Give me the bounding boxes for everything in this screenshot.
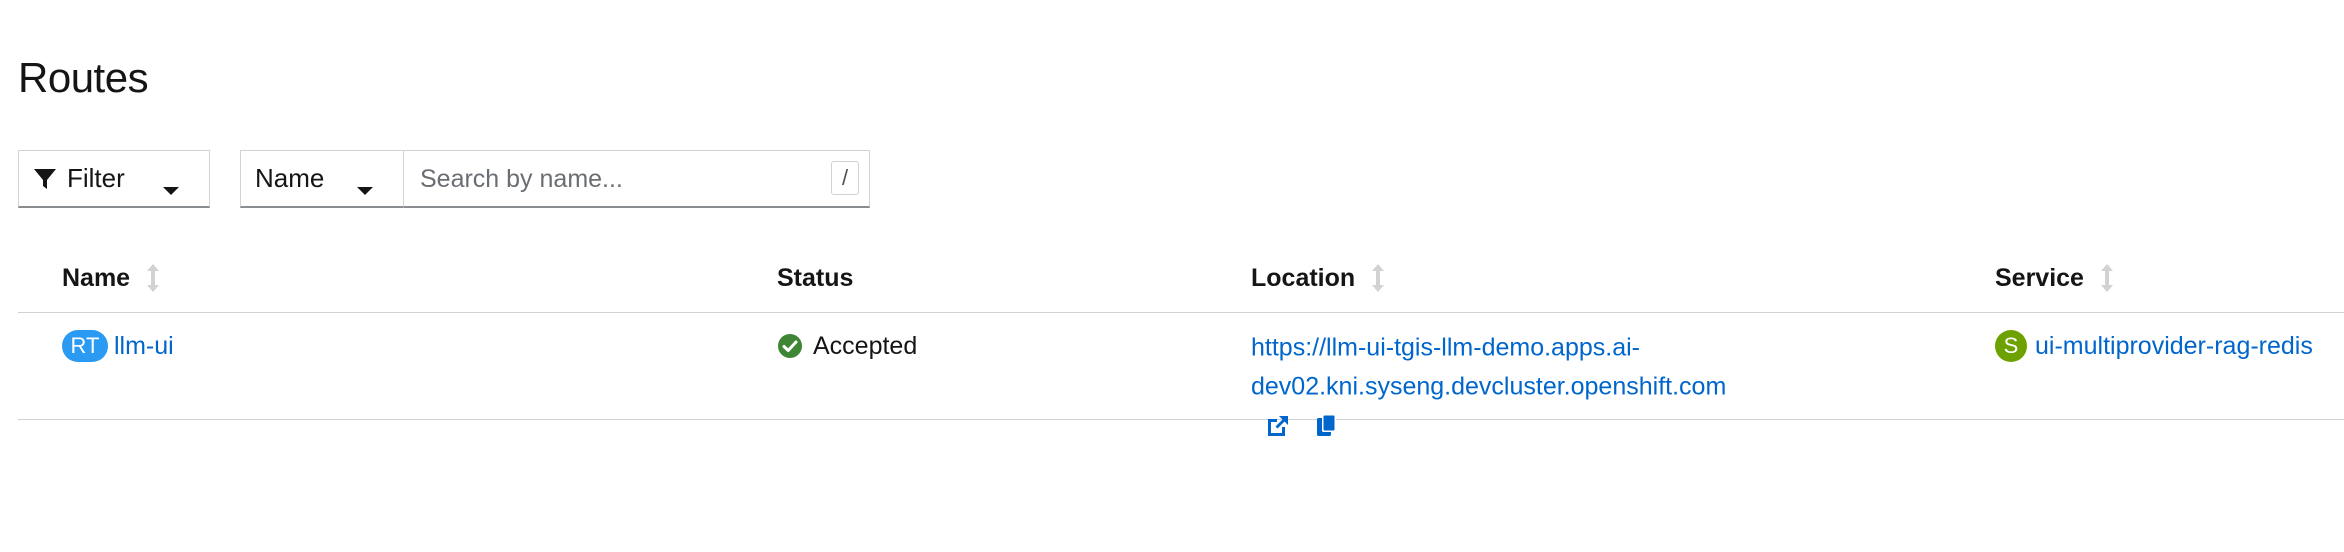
- column-header-name[interactable]: Name: [62, 262, 160, 294]
- route-name-link[interactable]: llm-ui: [114, 332, 174, 360]
- route-badge: RT: [62, 330, 108, 362]
- location-line-2: dev02.kni.syseng.devcluster.openshift.co…: [1251, 372, 1727, 401]
- search-box: /: [403, 150, 870, 208]
- sort-icon[interactable]: [2100, 263, 2114, 293]
- status-text: Accepted: [813, 332, 918, 360]
- name-cell: RT llm-ui: [62, 327, 174, 365]
- service-badge: S: [1995, 330, 2027, 362]
- copy-icon[interactable]: [1315, 413, 1339, 439]
- filter-type-select[interactable]: Name: [240, 150, 404, 208]
- column-header-service[interactable]: Service: [1995, 262, 2114, 294]
- location-line-1: https://llm-ui-tgis-llm-demo.apps.ai-: [1251, 333, 1640, 362]
- search-input[interactable]: [418, 159, 822, 199]
- caret-down-icon: [163, 173, 179, 204]
- filter-dropdown-button[interactable]: Filter: [18, 150, 210, 208]
- sort-icon[interactable]: [1371, 263, 1385, 293]
- external-link-icon[interactable]: [1265, 413, 1291, 439]
- service-cell: Sui-multiprovider-rag-redis: [1995, 327, 2313, 365]
- routes-table: Name Status Location Service RT llm-ui A…: [18, 250, 2344, 437]
- sort-icon[interactable]: [146, 263, 160, 293]
- column-header-location[interactable]: Location: [1251, 262, 1385, 294]
- column-header-status: Status: [777, 264, 854, 292]
- location-link[interactable]: https://llm-ui-tgis-llm-demo.apps.ai-dev…: [1251, 333, 1726, 400]
- location-cell: https://llm-ui-tgis-llm-demo.apps.ai-dev…: [1251, 327, 1751, 444]
- status-cell: Accepted: [777, 327, 917, 365]
- table-row: RT llm-ui Accepted https://llm-ui-tgis-ll…: [18, 313, 2344, 437]
- routes-page: Routes Filter Name / Name: [0, 0, 2344, 552]
- page-title: Routes: [18, 54, 149, 102]
- service-link[interactable]: ui-multiprovider-rag-redis: [2035, 332, 2313, 360]
- table-header: Name Status Location Service: [18, 250, 2344, 313]
- search-shortcut-hint: /: [831, 161, 859, 195]
- filter-label: Filter: [67, 163, 125, 193]
- filter-type-label: Name: [255, 163, 325, 193]
- caret-down-icon: [357, 173, 373, 204]
- filter-icon: [33, 167, 57, 191]
- check-circle-icon: [777, 333, 803, 359]
